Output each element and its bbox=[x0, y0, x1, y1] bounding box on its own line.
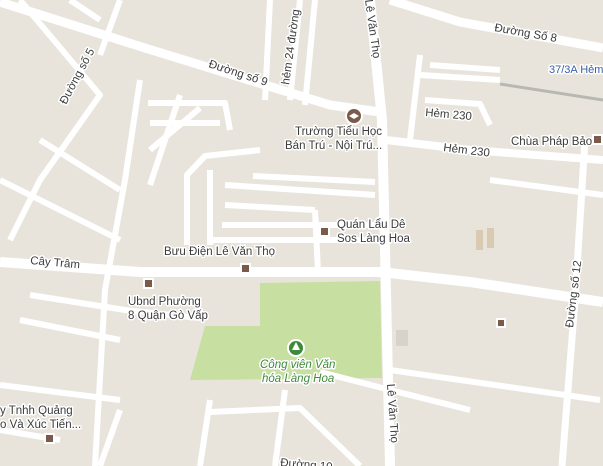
poi-quan-lau-line2: Sos Làng Hoa bbox=[337, 233, 410, 245]
transit-label: 37/3A Hẻm bbox=[549, 64, 603, 76]
building bbox=[487, 228, 494, 248]
poi-quan-lau-line1: Quán Lẩu Dê bbox=[337, 219, 405, 231]
poi-cong-vien-line2: hóa Làng Hoa bbox=[262, 373, 334, 385]
place-icon bbox=[592, 134, 603, 145]
place-icon bbox=[319, 226, 330, 237]
poi-truong-line1: Trường Tiểu Học bbox=[295, 126, 382, 138]
building bbox=[476, 230, 483, 250]
building bbox=[396, 330, 408, 346]
poi-small-marker[interactable] bbox=[496, 318, 506, 328]
place-icon bbox=[240, 263, 251, 274]
poi-cong-vien-line1: Công viên Văn bbox=[260, 359, 335, 371]
poi-truong-line2: Bán Trú - Nội Trú... bbox=[285, 140, 382, 152]
poi-ubnd-line1: Ubnd Phường bbox=[128, 296, 201, 308]
map-canvas[interactable]: Đường Số 8 Đường số 5 Đường số 9 hẻm 24 … bbox=[0, 0, 603, 466]
poi-chua-phap-bao[interactable]: Chùa Pháp Bảo bbox=[510, 134, 603, 150]
map-view[interactable]: Đường Số 8 Đường số 5 Đường số 9 hẻm 24 … bbox=[0, 0, 603, 466]
poi-chua-line1: Chùa Pháp Bảo bbox=[511, 136, 592, 148]
place-icon bbox=[143, 278, 154, 289]
poi-buu-dien-line1: Bưu Điện Lê Văn Thọ bbox=[164, 246, 275, 258]
place-icon bbox=[496, 318, 506, 328]
poi-ubnd-line2: 8 Quận Gò Vấp bbox=[128, 310, 208, 322]
place-icon bbox=[44, 433, 55, 444]
poi-cong-ty-line2: o Và Xúc Tiến... bbox=[0, 419, 81, 431]
poi-cong-ty-line1: y Tnhh Quảng bbox=[0, 405, 73, 417]
